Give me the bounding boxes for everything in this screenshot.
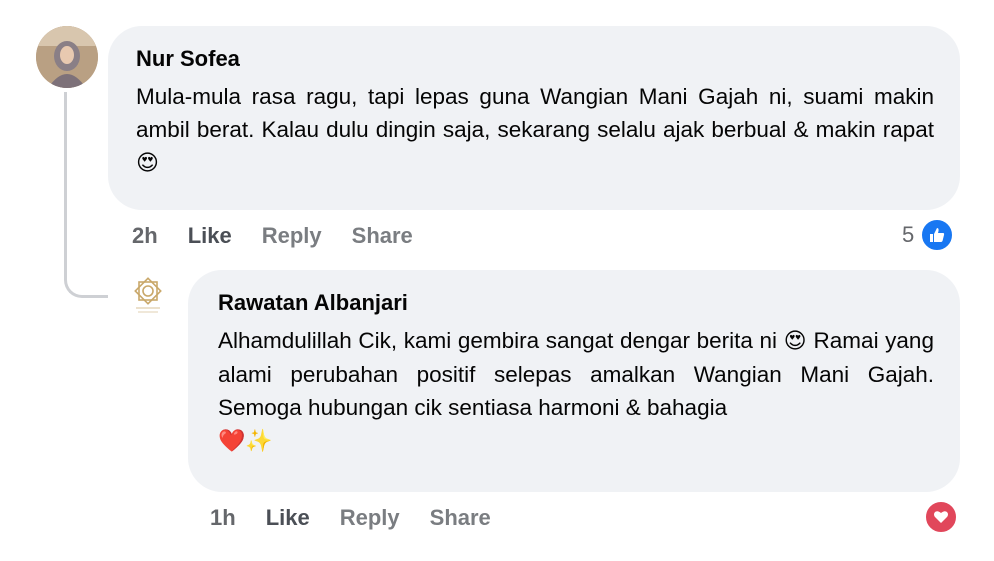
love-icon	[924, 500, 958, 534]
comment-text-body: Mula-mula rasa ragu, tapi lepas guna Wan…	[136, 84, 934, 142]
reply-text: Alhamdulillah Cik, kami gembira sangat d…	[218, 324, 934, 458]
like-icon	[920, 218, 955, 252]
reaction-count: 5	[902, 222, 915, 247]
reply-time[interactable]: 1h	[210, 505, 236, 531]
share-button[interactable]: Share	[430, 505, 491, 531]
reply-thread-connector	[64, 92, 108, 298]
reply-bubble: Rawatan Albanjari Alhamdulillah Cik, kam…	[188, 270, 960, 492]
reply-author[interactable]: Rawatan Albanjari	[218, 288, 934, 318]
heart-eyes-emoji: 😍	[783, 329, 807, 354]
avatar[interactable]	[36, 26, 98, 88]
reply-text-line-1: Alhamdulillah Cik, kami gembira sangat d…	[218, 328, 778, 353]
brand-logo-icon	[134, 277, 162, 313]
comment-author[interactable]: Nur Sofea	[136, 44, 934, 74]
share-button[interactable]: Share	[352, 223, 413, 249]
like-button[interactable]: Like	[188, 223, 232, 249]
heart-eyes-emoji: 😍	[136, 151, 159, 176]
comment-actions: 2h Like Reply Share	[132, 223, 413, 249]
comment-bubble: Nur Sofea Mula-mula rasa ragu, tapi lepa…	[108, 26, 960, 210]
reply-button[interactable]: Reply	[262, 223, 322, 249]
avatar[interactable]	[122, 272, 174, 324]
reply-button[interactable]: Reply	[340, 505, 400, 531]
comment-time[interactable]: 2h	[132, 223, 158, 249]
like-button[interactable]: Like	[266, 505, 310, 531]
reaction-summary[interactable]: 5	[902, 218, 955, 252]
reply-actions: 1h Like Reply Share	[210, 505, 491, 531]
heart-sparkles-emoji: ❤️✨	[218, 429, 273, 454]
reaction-summary[interactable]	[924, 500, 958, 534]
comment-text: Mula-mula rasa ragu, tapi lepas guna Wan…	[136, 80, 934, 180]
